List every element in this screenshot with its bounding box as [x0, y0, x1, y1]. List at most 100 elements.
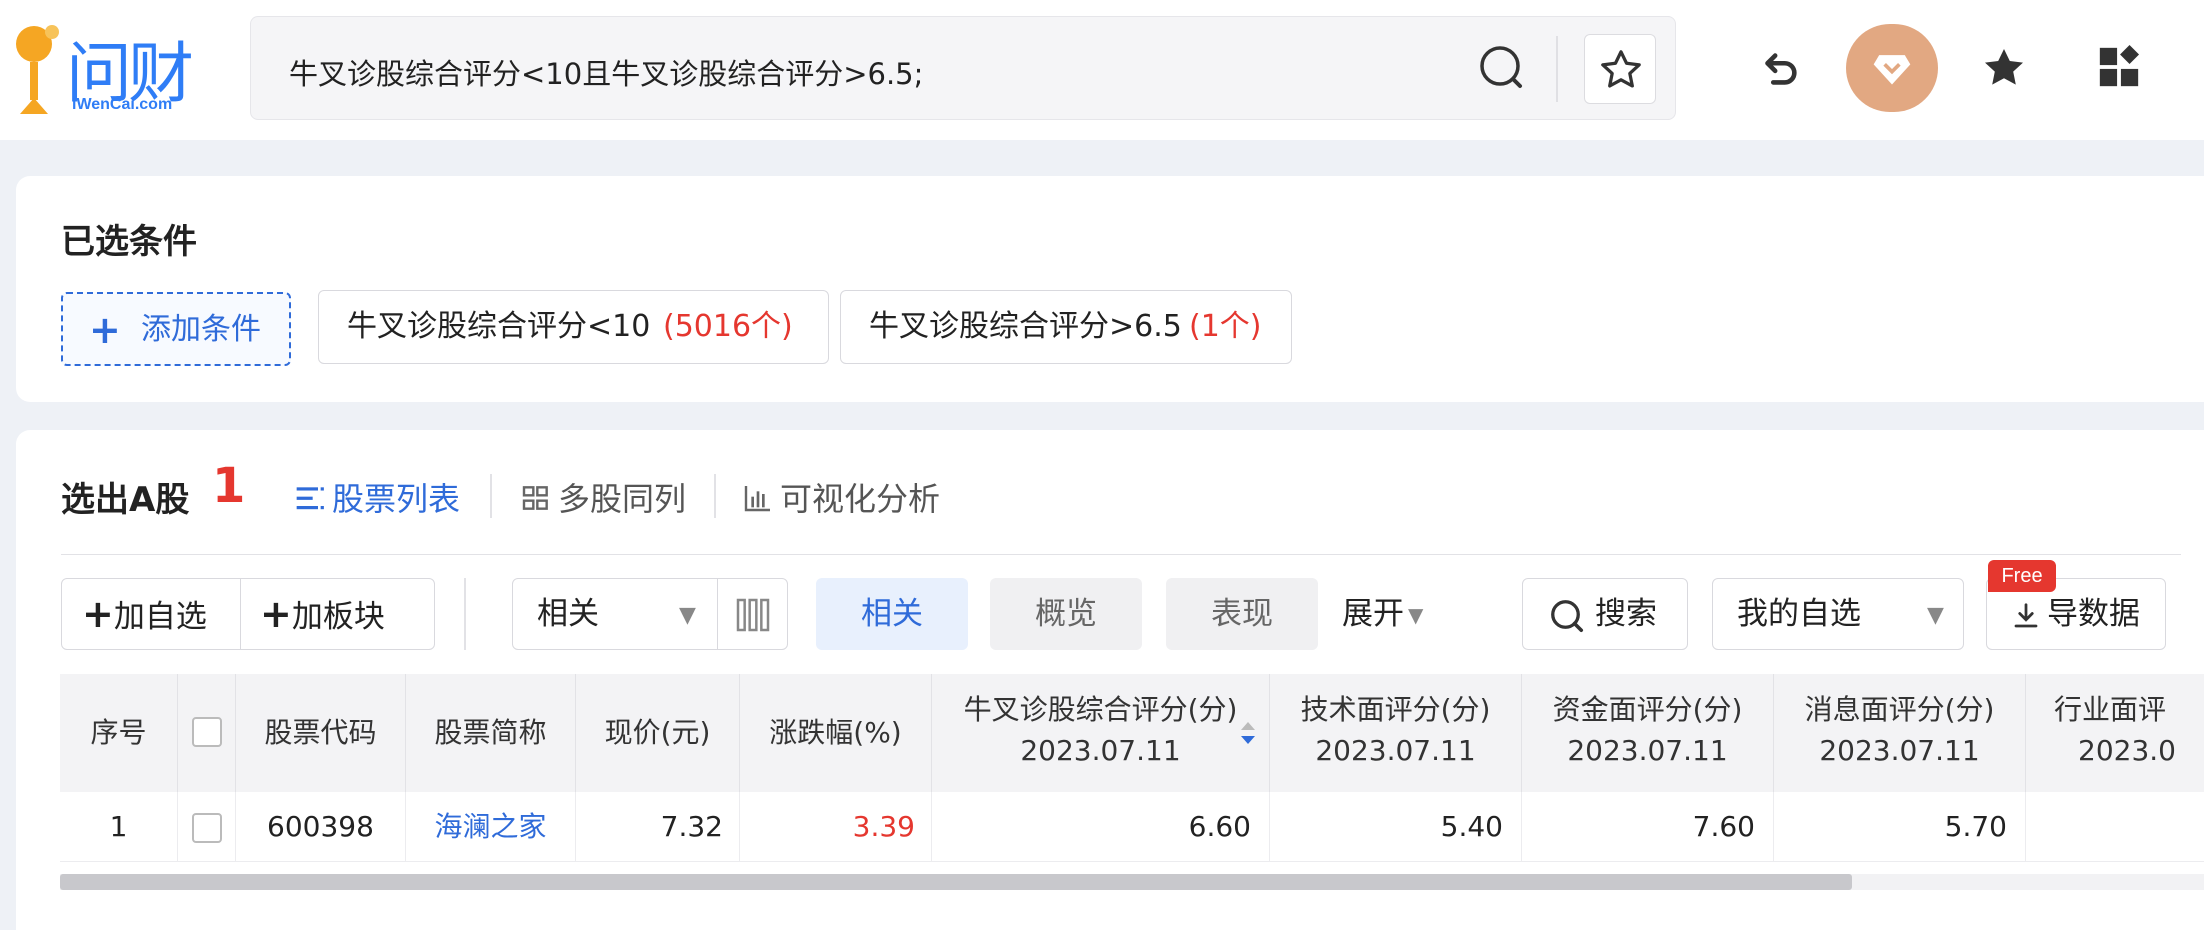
- cell-news-score: 5.70: [1774, 792, 2026, 862]
- col-header-date: 2023.07.11: [1020, 734, 1181, 767]
- horizontal-scrollbar-thumb[interactable]: [60, 874, 1852, 890]
- grid-icon: [522, 486, 548, 510]
- sort-select[interactable]: 相关 ▼: [512, 578, 788, 650]
- divider: [717, 579, 718, 649]
- undo-icon[interactable]: [1756, 44, 1802, 94]
- view-related-button[interactable]: 相关: [816, 578, 968, 650]
- stock-table: 序号 股票代码 股票简称 现价(元) 涨跌幅(%) 牛叉诊股综合评分(分) 20…: [60, 674, 2204, 862]
- col-header-select: [178, 674, 236, 792]
- add-condition-button[interactable]: + 添加条件: [61, 292, 291, 366]
- cell-change: 3.39: [740, 792, 932, 862]
- cell-industry-score: [2026, 792, 2204, 862]
- col-header-fund-score[interactable]: 资金面评分(分) 2023.07.11: [1522, 674, 1774, 792]
- col-header-change[interactable]: 涨跌幅(%): [740, 674, 932, 792]
- condition-chip-text: 牛叉诊股综合评分<10: [347, 309, 651, 344]
- expand-toggle[interactable]: 展开 ▼: [1342, 578, 1423, 651]
- view-overview-button[interactable]: 概览: [990, 578, 1142, 650]
- cell-code: 600398: [236, 792, 406, 862]
- logo-subtext: iWenCai.com: [72, 96, 173, 113]
- conditions-title: 已选条件: [61, 222, 197, 262]
- col-header-date: 2023.0: [2078, 734, 2176, 767]
- table-search-label: 搜索: [1595, 596, 1657, 632]
- query-box[interactable]: 牛叉诊股综合评分<10且牛叉诊股综合评分>6.5;: [250, 16, 1676, 120]
- tab-label: 多股同列: [558, 480, 687, 518]
- favorite-icon[interactable]: [1980, 44, 2028, 92]
- col-header-title: 行业面评: [2054, 693, 2167, 726]
- tab-label: 可视化分析: [780, 480, 941, 518]
- my-watchlist-value: 我的自选: [1737, 596, 1861, 632]
- condition-chip-count: (1个): [1189, 309, 1262, 344]
- query-text[interactable]: 牛叉诊股综合评分<10且牛叉诊股综合评分>6.5;: [289, 51, 923, 93]
- divider: [714, 474, 716, 518]
- col-header-date: 2023.07.11: [1819, 734, 1980, 767]
- tab-multi-stock[interactable]: 多股同列: [520, 474, 686, 520]
- condition-chip-count: (5016个): [663, 309, 793, 344]
- cell-index: 1: [60, 792, 178, 862]
- col-header-title: 牛叉诊股综合评分(分): [963, 693, 1238, 726]
- cell-stock-name-link[interactable]: 海澜之家: [406, 792, 576, 862]
- logo-mascot-icon: [16, 25, 59, 114]
- divider: [61, 554, 2181, 555]
- select-all-checkbox[interactable]: [191, 717, 222, 747]
- cell-select: [178, 792, 236, 862]
- sort-select-value: 相关: [537, 596, 599, 632]
- add-block-button[interactable]: +加板块: [260, 578, 385, 653]
- col-header-title: 消息面评分(分): [1804, 693, 1995, 726]
- divider: [464, 578, 466, 650]
- add-watchlist-label: 加自选: [113, 599, 207, 635]
- col-header-index: 序号: [60, 674, 178, 792]
- export-label: 导数据: [2047, 596, 2140, 632]
- expand-label: 展开: [1342, 596, 1404, 632]
- free-badge: Free: [1988, 560, 2056, 592]
- conditions-panel: 已选条件 + 添加条件 牛叉诊股综合评分<10 (5016个) 牛叉诊股综合评分…: [16, 176, 2204, 402]
- add-watchlist-button[interactable]: +加自选: [82, 578, 207, 653]
- table-search-button[interactable]: 搜索: [1522, 578, 1688, 650]
- vip-button[interactable]: [1846, 24, 1938, 112]
- caret-down-icon: ▼: [679, 603, 696, 628]
- caret-down-icon: ▼: [1408, 603, 1424, 627]
- vip-diamond-icon: [1873, 55, 1911, 85]
- view-performance-button[interactable]: 表现: [1166, 578, 1318, 650]
- download-icon: [2014, 603, 2038, 628]
- cell-price: 7.32: [576, 792, 740, 862]
- list-icon: [296, 487, 324, 510]
- col-header-date: 2023.07.11: [1315, 734, 1476, 767]
- plus-icon: +: [260, 592, 292, 636]
- add-block-label: 加板块: [291, 599, 385, 635]
- cell-tech-score: 5.40: [1270, 792, 1522, 862]
- condition-chip-text: 牛叉诊股综合评分>6.5: [869, 309, 1182, 344]
- add-condition-label: 添加条件: [141, 312, 261, 347]
- results-title: 选出A股: [61, 480, 190, 520]
- tab-label: 股票列表: [332, 480, 461, 518]
- row-checkbox[interactable]: [191, 813, 222, 843]
- favorite-query-button[interactable]: [1584, 34, 1656, 104]
- search-icon[interactable]: [1478, 44, 1526, 92]
- cell-composite-score: 6.60: [932, 792, 1270, 862]
- tab-stock-list[interactable]: 股票列表: [294, 474, 460, 520]
- col-header-news-score[interactable]: 消息面评分(分) 2023.07.11: [1774, 674, 2026, 792]
- col-header-composite-score[interactable]: 牛叉诊股综合评分(分) 2023.07.11: [932, 674, 1270, 792]
- star-icon: [1601, 50, 1641, 88]
- col-header-price[interactable]: 现价(元): [576, 674, 740, 792]
- logo[interactable]: 问财 iWenCai.com: [14, 20, 204, 120]
- apps-icon[interactable]: [2096, 44, 2142, 90]
- col-header-title: 技术面评分(分): [1300, 693, 1491, 726]
- plus-icon: +: [82, 592, 114, 636]
- col-header-title: 资金面评分(分): [1552, 693, 1743, 726]
- sort-icon[interactable]: [1238, 720, 1258, 746]
- columns-icon[interactable]: [733, 595, 773, 635]
- divider: [490, 474, 492, 518]
- top-header: 问财 iWenCai.com 牛叉诊股综合评分<10且牛叉诊股综合评分>6.5;: [0, 0, 2204, 140]
- col-header-name[interactable]: 股票简称: [406, 674, 576, 792]
- my-watchlist-select[interactable]: 我的自选 ▼: [1712, 578, 1964, 650]
- col-header-industry-score[interactable]: 行业面评 2023.0: [2026, 674, 2204, 792]
- search-icon: [1551, 600, 1584, 633]
- bar-chart-icon: [744, 486, 770, 512]
- col-header-tech-score[interactable]: 技术面评分(分) 2023.07.11: [1270, 674, 1522, 792]
- condition-chip-2[interactable]: 牛叉诊股综合评分>6.5 (1个): [840, 290, 1292, 364]
- tab-visual-analysis[interactable]: 可视化分析: [742, 474, 940, 520]
- condition-chip-1[interactable]: 牛叉诊股综合评分<10 (5016个): [318, 290, 829, 364]
- cell-fund-score: 7.60: [1522, 792, 1774, 862]
- col-header-date: 2023.07.11: [1567, 734, 1728, 767]
- col-header-code[interactable]: 股票代码: [236, 674, 406, 792]
